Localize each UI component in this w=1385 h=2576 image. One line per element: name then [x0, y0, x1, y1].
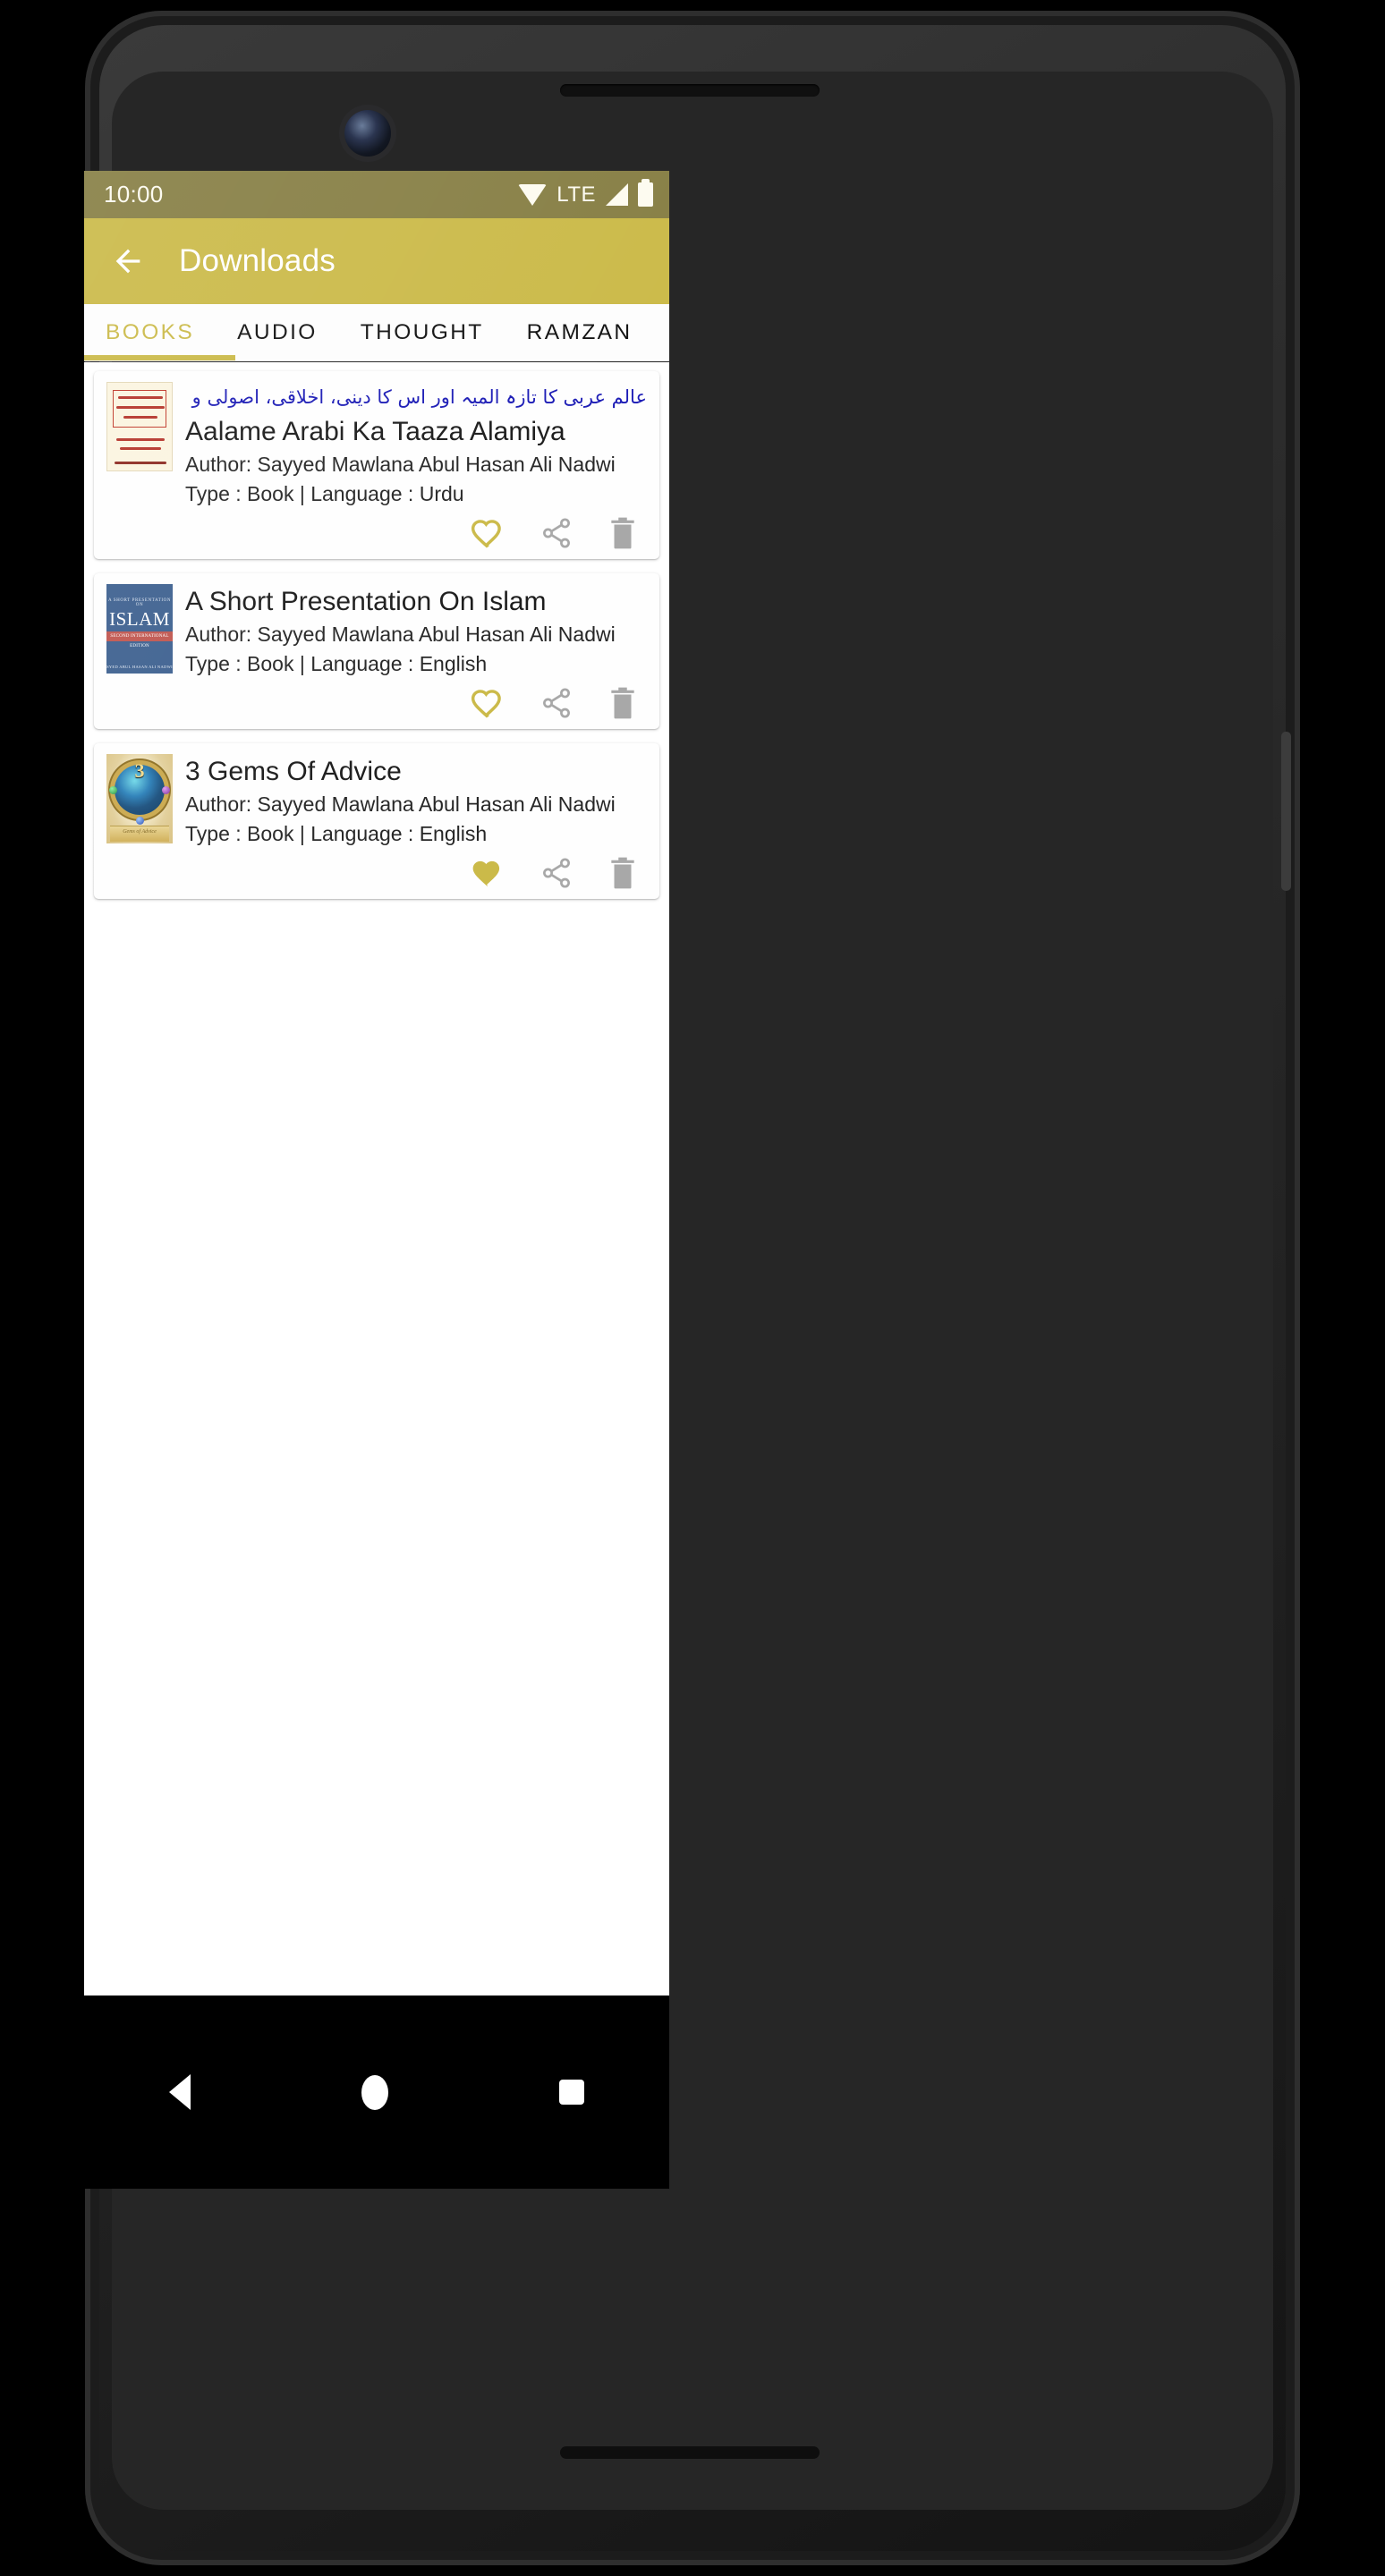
heart-icon: [472, 860, 500, 887]
book-card[interactable]: A SHORT PRESENTATION ON ISLAM SECOND INT…: [94, 573, 659, 729]
card-actions: [185, 509, 647, 550]
tab-thought[interactable]: THOUGHT: [339, 304, 506, 360]
cover-plate-text: Gems of Advice: [123, 829, 157, 835]
heart-icon: [471, 690, 501, 718]
tab-audio[interactable]: AUDIO: [216, 304, 339, 360]
cover-kicker: A SHORT PRESENTATION ON: [107, 598, 172, 607]
book-author: Author: Sayyed Mawlana Abul Hasan Ali Na…: [185, 453, 616, 476]
trash-icon: [611, 517, 634, 549]
tab-magazine[interactable]: MAGAZINE: [654, 304, 669, 360]
delete-button[interactable]: [608, 856, 638, 890]
arrow-left-icon: [115, 249, 140, 274]
book-card[interactable]: عالم عربی کا تازہ المیہ اور اس کا دینی، …: [94, 371, 659, 559]
back-button[interactable]: [107, 241, 149, 282]
android-navigation-bar: [84, 1996, 669, 2189]
network-label: LTE: [557, 182, 596, 207]
front-camera-icon: [344, 110, 391, 157]
book-details: A Short Presentation On Islam Author: Sa…: [173, 584, 647, 720]
favorite-button[interactable]: [470, 857, 506, 889]
cover-author: SYED ABUL HASAN ALI NADWI: [106, 665, 173, 669]
page-title: Downloads: [179, 243, 336, 278]
book-card[interactable]: 3 Gems Gems of Advice 3 Gems Of Advice A…: [94, 743, 659, 899]
book-details: 3 Gems Of Advice Author: Sayyed Mawlana …: [173, 754, 647, 890]
book-details: عالم عربی کا تازہ المیہ اور اس کا دینی، …: [173, 382, 647, 550]
delete-button[interactable]: [608, 516, 638, 550]
book-cover-thumbnail: [106, 382, 173, 471]
favorite-button[interactable]: [470, 687, 506, 719]
book-type-language: Type : Book | Language : English: [185, 822, 488, 845]
share-button[interactable]: [540, 856, 574, 890]
card-actions: [185, 849, 647, 890]
bottom-speaker: [560, 2446, 820, 2459]
delete-button[interactable]: [608, 686, 638, 720]
tab-books[interactable]: BOOKS: [84, 304, 216, 360]
share-icon: [543, 518, 570, 548]
book-cover-thumbnail: A SHORT PRESENTATION ON ISLAM SECOND INT…: [106, 584, 173, 674]
cover-edition-band: SECOND INTERNATIONAL EDITION: [106, 631, 173, 648]
book-cover-thumbnail: 3 Gems Gems of Advice: [106, 754, 173, 843]
cover-plate: Gems of Advice: [110, 826, 169, 842]
share-button[interactable]: [540, 686, 574, 720]
book-title: 3 Gems Of Advice: [185, 757, 402, 786]
device-screen: 10:00 LTE Downloads BOOKS AUDIO THOUGHT …: [84, 171, 669, 2189]
book-cover-container: A SHORT PRESENTATION ON ISLAM SECOND INT…: [106, 584, 173, 720]
trash-icon: [611, 857, 634, 889]
book-type-language: Type : Book | Language : Urdu: [185, 482, 464, 505]
cover-main-title: ISLAM: [109, 608, 170, 630]
book-subtitle-urdu: عالم عربی کا تازہ المیہ اور اس کا دینی، …: [191, 386, 647, 408]
status-icons: LTE: [518, 179, 653, 208]
battery-icon: [638, 179, 653, 207]
card-actions: [185, 679, 647, 720]
trash-icon: [611, 687, 634, 719]
book-title: Aalame Arabi Ka Taaza Alamiya: [185, 417, 565, 446]
heart-icon: [471, 520, 501, 548]
app-bar: Downloads: [84, 218, 669, 304]
wifi-icon: [518, 183, 548, 206]
favorite-button[interactable]: [470, 517, 506, 549]
status-clock: 10:00: [104, 181, 164, 208]
book-type-language: Type : Book | Language : English: [185, 652, 488, 675]
cover-number: 3: [134, 759, 145, 782]
book-title: A Short Presentation On Islam: [185, 587, 547, 616]
book-author: Author: Sayyed Mawlana Abul Hasan Ali Na…: [185, 623, 616, 646]
book-cover-container: [106, 382, 173, 550]
earpiece-speaker: [560, 84, 820, 97]
status-bar: 10:00 LTE: [84, 171, 669, 218]
share-icon: [543, 688, 570, 718]
nav-back-icon[interactable]: [169, 2074, 191, 2110]
downloads-list[interactable]: عالم عربی کا تازہ المیہ اور اس کا دینی، …: [84, 362, 669, 1996]
tab-active-indicator: [84, 355, 235, 360]
tab-bar: BOOKS AUDIO THOUGHT RAMZAN MAGAZINE: [84, 304, 669, 361]
nav-home-icon[interactable]: [361, 2074, 388, 2110]
power-button[interactable]: [1281, 732, 1291, 891]
book-cover-container: 3 Gems Gems of Advice: [106, 754, 173, 890]
signal-icon: [606, 183, 628, 206]
share-button[interactable]: [540, 516, 574, 550]
tab-ramzan[interactable]: RAMZAN: [506, 304, 654, 360]
book-author: Author: Sayyed Mawlana Abul Hasan Ali Na…: [185, 792, 616, 816]
nav-recents-icon[interactable]: [558, 2080, 584, 2105]
share-icon: [543, 858, 570, 888]
